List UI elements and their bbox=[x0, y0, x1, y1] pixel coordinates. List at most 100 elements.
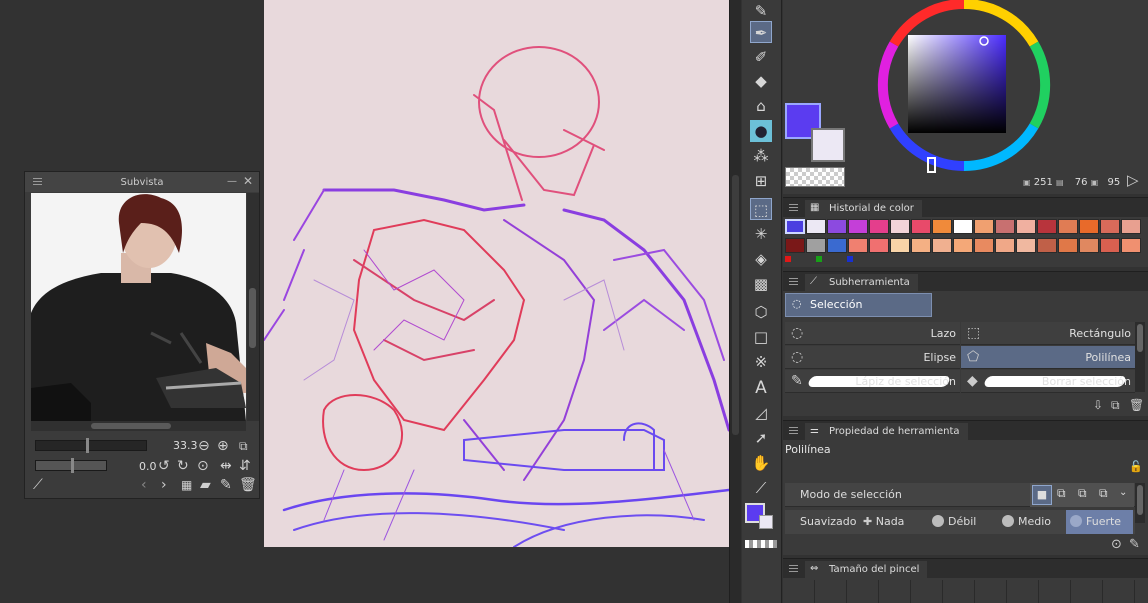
color-history-swatch[interactable] bbox=[827, 238, 847, 253]
copy-subtool-icon[interactable]: ⧉ bbox=[1111, 398, 1120, 413]
fit-view-icon[interactable]: ⧉ bbox=[239, 439, 248, 453]
brush-size-header[interactable]: ⇔ Tamaño del pincel bbox=[783, 558, 1148, 579]
add-selection-icon[interactable]: ⧉ bbox=[1057, 486, 1066, 501]
subtool-tab[interactable]: ⟋ Subherramienta bbox=[805, 274, 918, 292]
chevron-down-icon[interactable]: ⌄ bbox=[1119, 487, 1127, 498]
subvista-horizontal-scrollbar[interactable] bbox=[31, 421, 246, 431]
color-history-swatch[interactable] bbox=[890, 238, 910, 253]
import-subtool-icon[interactable]: ⇩ bbox=[1093, 398, 1103, 412]
delete-subtool-icon[interactable]: 🗑 bbox=[1129, 398, 1144, 412]
tool-property-header[interactable]: ⚌ Propiedad de herramienta bbox=[783, 420, 1148, 441]
previous-image-icon[interactable]: ‹ bbox=[141, 478, 147, 492]
smoothing-option-nada[interactable]: ✚ Nada bbox=[863, 515, 904, 528]
play-icon[interactable]: ▷ bbox=[1127, 171, 1139, 189]
color-history-swatch[interactable] bbox=[785, 238, 805, 253]
color-history-header[interactable]: ▦ Historial de color bbox=[783, 197, 1148, 218]
panel-menu-icon[interactable] bbox=[789, 204, 798, 213]
flip-vertical-icon[interactable]: ⇵ bbox=[239, 459, 251, 473]
subtool-elipse[interactable]: ◌ Elipse bbox=[785, 346, 960, 369]
transparent-color-icon[interactable] bbox=[745, 540, 777, 548]
color-history-swatch[interactable] bbox=[1016, 238, 1036, 253]
color-history-swatch[interactable] bbox=[932, 219, 952, 234]
tool-property-tab[interactable]: ⚌ Propiedad de herramienta bbox=[805, 423, 968, 441]
color-history-swatch[interactable] bbox=[1058, 238, 1078, 253]
panel-menu-icon[interactable] bbox=[789, 278, 798, 287]
eraser-icon[interactable]: ◆ bbox=[750, 70, 772, 92]
ruler-icon[interactable]: ※ bbox=[750, 351, 772, 373]
color-history-swatch[interactable] bbox=[785, 219, 805, 234]
canvas-vertical-scrollbar[interactable] bbox=[729, 0, 741, 603]
decoration-icon[interactable]: ● bbox=[750, 120, 772, 142]
drawing-canvas[interactable] bbox=[264, 0, 729, 547]
color-history-swatch[interactable] bbox=[848, 219, 868, 234]
smoothing-option-debil[interactable]: Débil bbox=[932, 515, 976, 528]
balloon-icon[interactable]: ◿ bbox=[750, 402, 772, 424]
3d-cube-icon[interactable]: ⬡ bbox=[750, 301, 772, 323]
panel-menu-icon[interactable] bbox=[789, 427, 798, 436]
smoothing-option-fuerte[interactable]: Fuerte bbox=[1066, 510, 1133, 534]
magic-wand-icon[interactable]: ✳ bbox=[750, 223, 772, 245]
subtool-group-selection[interactable]: ◌ Selección bbox=[785, 293, 932, 317]
gradient-icon[interactable]: ▩ bbox=[750, 273, 772, 295]
color-history-swatch[interactable] bbox=[1037, 219, 1057, 234]
color-history-swatch[interactable] bbox=[869, 238, 889, 253]
color-history-swatch[interactable] bbox=[806, 219, 826, 234]
rotate-right-icon[interactable]: ↻ bbox=[177, 459, 189, 473]
zoom-slider[interactable] bbox=[35, 438, 147, 453]
subvista-vertical-scrollbar[interactable] bbox=[247, 193, 259, 421]
text-icon[interactable]: A bbox=[750, 377, 772, 399]
figure-icon[interactable]: □ bbox=[750, 326, 772, 348]
object-icon[interactable]: ➚ bbox=[750, 427, 772, 449]
airbrush-icon[interactable]: ⌂ bbox=[750, 95, 772, 117]
selection-tool-icon[interactable]: ⬚ bbox=[750, 198, 772, 220]
edit-icon[interactable]: ✎ bbox=[220, 478, 232, 492]
color-history-swatch[interactable] bbox=[974, 219, 994, 234]
brush-icon[interactable]: ✐ bbox=[750, 46, 772, 68]
panel-menu-icon[interactable] bbox=[789, 565, 798, 574]
color-history-swatch[interactable] bbox=[848, 238, 868, 253]
color-history-swatch[interactable] bbox=[995, 219, 1015, 234]
panel-menu-icon[interactable] bbox=[33, 178, 42, 187]
color-history-tab[interactable]: ▦ Historial de color bbox=[805, 200, 922, 218]
color-history-swatch[interactable] bbox=[1016, 219, 1036, 234]
subtool-lazo[interactable]: ◌ Lazo bbox=[785, 322, 960, 345]
color-history-swatch[interactable] bbox=[953, 219, 973, 234]
next-image-icon[interactable]: › bbox=[161, 478, 167, 492]
intersect-selection-icon[interactable]: ⧉ bbox=[1099, 486, 1108, 501]
rotate-left-icon[interactable]: ↺ bbox=[158, 459, 170, 473]
subtool-lapiz-seleccion[interactable]: ✎ Lápiz de selección bbox=[785, 370, 960, 393]
subtract-selection-icon[interactable]: ⧉ bbox=[1078, 486, 1087, 501]
color-history-swatch[interactable] bbox=[1037, 238, 1057, 253]
subtool-borrar-seleccion[interactable]: ◆ Borrar selección bbox=[961, 370, 1135, 393]
color-history-swatch[interactable] bbox=[974, 238, 994, 253]
eyedropper-tool-icon[interactable]: ⟋ bbox=[750, 477, 772, 499]
open-folder-icon[interactable]: ▰ bbox=[200, 478, 211, 492]
zoom-in-icon[interactable]: ⊕ bbox=[217, 439, 229, 453]
subtool-scrollbar[interactable] bbox=[1135, 322, 1145, 392]
blend-icon[interactable]: ⁂ bbox=[750, 145, 772, 167]
color-history-swatch[interactable] bbox=[1079, 238, 1099, 253]
color-history-swatch[interactable] bbox=[827, 219, 847, 234]
tool-property-scrollbar[interactable] bbox=[1135, 483, 1145, 523]
subtool-polilinea[interactable]: ⬠ Polilínea bbox=[961, 346, 1135, 369]
color-history-swatch[interactable] bbox=[890, 219, 910, 234]
subtool-header[interactable]: ⟋ Subherramienta bbox=[783, 271, 1148, 292]
hue-ring[interactable] bbox=[872, 0, 1056, 180]
color-history-swatch[interactable] bbox=[1121, 238, 1141, 253]
brush-size-presets[interactable] bbox=[783, 580, 1148, 603]
hand-icon[interactable]: ✋ bbox=[750, 452, 772, 474]
color-history-swatch[interactable] bbox=[1058, 219, 1078, 234]
wrench-icon[interactable]: ✎ bbox=[1129, 537, 1140, 552]
reference-image[interactable] bbox=[31, 193, 246, 421]
flip-horizontal-icon[interactable]: ⇹ bbox=[220, 459, 232, 473]
fill-icon[interactable]: ◈ bbox=[750, 248, 772, 270]
minimize-icon[interactable]: — bbox=[227, 176, 237, 187]
color-history-swatch[interactable] bbox=[1100, 219, 1120, 234]
pencil-tool-icon[interactable]: ✒ bbox=[750, 21, 772, 43]
color-history-swatch[interactable] bbox=[995, 238, 1015, 253]
operation-icon[interactable]: ⊞ bbox=[750, 170, 772, 192]
color-history-swatch[interactable] bbox=[806, 238, 826, 253]
subvista-titlebar[interactable]: Subvista — ✕ bbox=[25, 172, 259, 192]
zoom-out-icon[interactable]: ⊖ bbox=[198, 439, 210, 453]
color-history-swatch[interactable] bbox=[1121, 219, 1141, 234]
